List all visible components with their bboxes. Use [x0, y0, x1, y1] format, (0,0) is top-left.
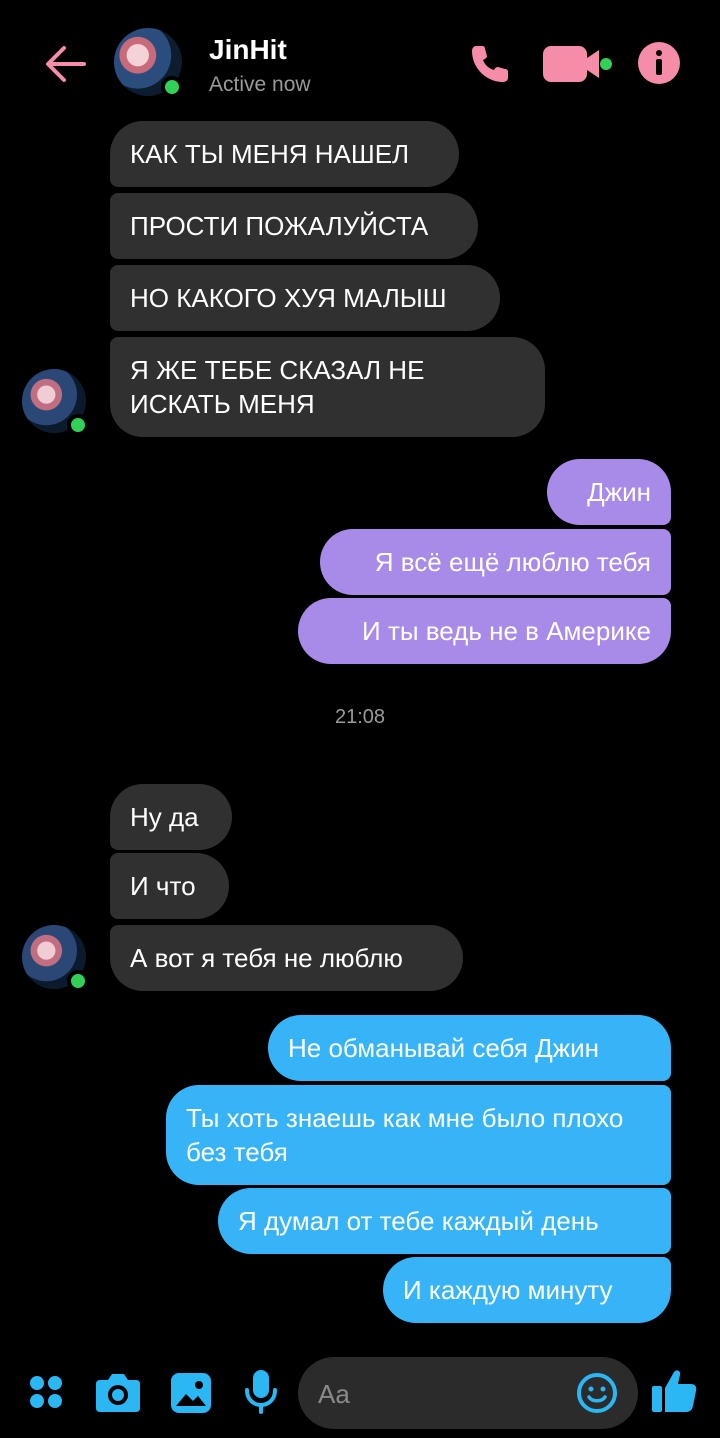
microphone-icon: [245, 1370, 277, 1414]
message-input[interactable]: Aa: [298, 1357, 638, 1429]
sent-message[interactable]: Не обманывай себя Джин: [268, 1015, 671, 1081]
like-button[interactable]: [650, 1366, 698, 1414]
back-button[interactable]: [40, 38, 92, 90]
received-message[interactable]: ПРОСТИ ПОЖАЛУЙСТА: [110, 193, 478, 259]
smiley-icon: [577, 1373, 617, 1413]
menu-button[interactable]: [28, 1374, 64, 1410]
received-message[interactable]: НО КАКОГО ХУЯ МАЛЫШ: [110, 265, 500, 331]
sent-message[interactable]: Ты хоть знаешь как мне было плохо без те…: [166, 1085, 671, 1185]
video-call-button[interactable]: [543, 44, 615, 84]
info-button[interactable]: [637, 41, 681, 85]
sent-message[interactable]: И каждую минуту: [383, 1257, 671, 1323]
sent-message[interactable]: Джин: [547, 459, 671, 525]
gallery-button[interactable]: [170, 1372, 212, 1414]
call-button[interactable]: [466, 40, 514, 88]
received-message[interactable]: Ну да: [110, 784, 232, 850]
four-dots-icon: [30, 1376, 62, 1408]
voice-button[interactable]: [244, 1368, 278, 1414]
contact-name[interactable]: JinHit: [209, 34, 287, 66]
received-message[interactable]: И что: [110, 853, 229, 919]
emoji-button[interactable]: [576, 1372, 618, 1414]
camera-button[interactable]: [94, 1370, 142, 1414]
video-camera-icon: [543, 46, 612, 82]
contact-status: Active now: [209, 73, 311, 96]
sent-message[interactable]: Я всё ещё люблю тебя: [320, 529, 671, 595]
image-icon: [171, 1373, 211, 1413]
received-message[interactable]: А вот я тебя не люблю: [110, 925, 463, 991]
camera-icon: [96, 1374, 140, 1412]
online-indicator: [67, 970, 89, 992]
online-indicator: [67, 414, 89, 436]
received-message[interactable]: КАК ТЫ МЕНЯ НАШЕЛ: [110, 121, 459, 187]
back-arrow-icon: [46, 46, 86, 82]
message-timestamp: 21:08: [334, 706, 386, 728]
info-icon: [638, 42, 680, 84]
sent-message[interactable]: И ты ведь не в Америке: [298, 598, 671, 664]
conversation-header: JinHit Active now: [0, 0, 720, 120]
sent-message[interactable]: Я думал от тебе каждый день: [218, 1188, 671, 1254]
online-indicator: [161, 76, 183, 98]
received-message[interactable]: Я ЖЕ ТЕБЕ СКАЗАЛ НЕ ИСКАТЬ МЕНЯ: [110, 337, 545, 437]
thumbs-up-icon: [652, 1370, 697, 1412]
message-input-placeholder: Aa: [318, 1379, 350, 1409]
phone-icon: [472, 46, 508, 82]
